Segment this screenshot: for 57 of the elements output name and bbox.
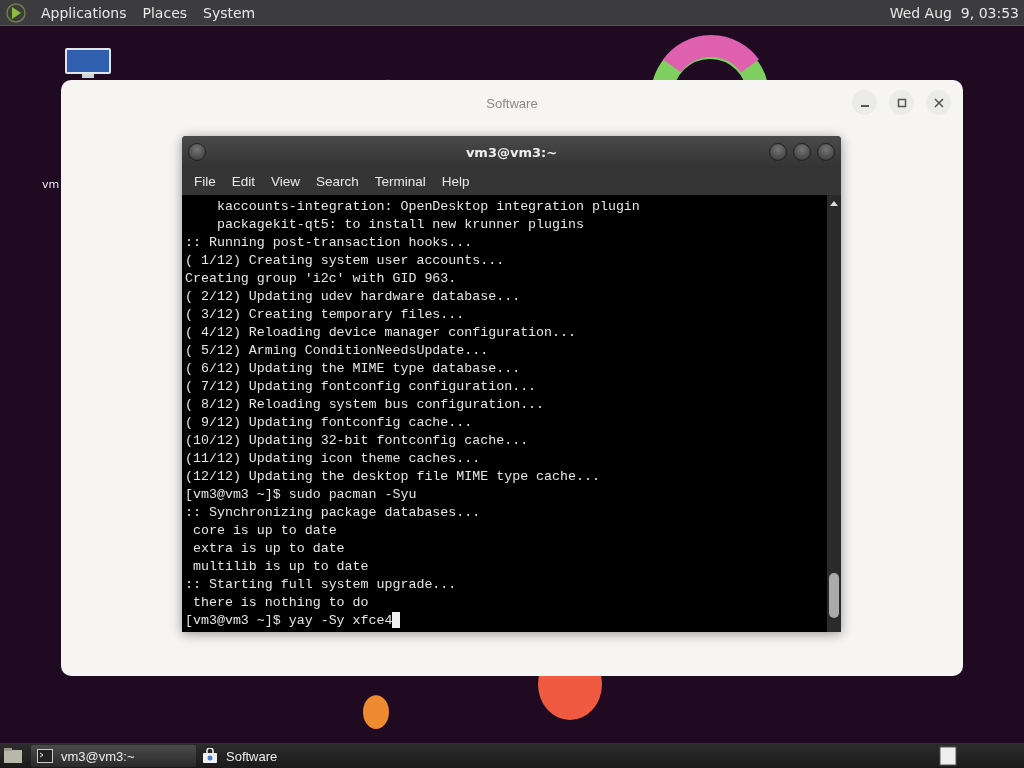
window-title: Software — [486, 95, 538, 111]
maximize-button[interactable] — [889, 90, 914, 115]
terminal-line: ( 8/12) Reloading system bus configuration... — [185, 396, 545, 412]
terminal-line: ( 7/12) Updating fontconfig configuration... — [185, 378, 537, 394]
terminal-line: multilib is up to date — [191, 558, 369, 574]
window-title: vm3@vm3:~ — [465, 144, 558, 160]
terminal-line: ( 3/12) Creating temporary files... — [185, 306, 465, 322]
terminal-line: ( 4/12) Reloading device manager configuration... — [185, 324, 576, 340]
terminal-line: ( 6/12) Updating the MIME type database... — [185, 360, 521, 376]
terminal-line: :: Starting full system upgrade... — [185, 576, 457, 592]
close-button[interactable] — [926, 90, 951, 115]
close-icon — [933, 97, 944, 108]
panel-menu[interactable]: Applications — [33, 4, 135, 21]
taskbar-button[interactable]: vm3@vm3:~ — [31, 745, 196, 767]
terminal-line: extra is up to date — [191, 540, 345, 556]
computer-icon[interactable] — [64, 47, 112, 79]
scrollbar[interactable] — [827, 195, 841, 632]
shopping-bag-icon — [202, 748, 218, 764]
terminal-line: :: Running post-transaction hooks... — [185, 234, 473, 250]
menu-item[interactable]: View — [265, 174, 307, 189]
terminal-line: [vm3@vm3 ~]$ sudo pacman -Syu — [185, 486, 417, 502]
workspace-icon[interactable] — [938, 746, 958, 766]
terminal-line: ( 1/12) Creating system user accounts... — [185, 252, 505, 268]
terminal-line: there is nothing to do — [191, 594, 369, 610]
menu-item[interactable]: Help — [435, 174, 476, 189]
panel-menu[interactable]: Places — [134, 4, 196, 21]
desktop-icon-label[interactable]: vm — [42, 178, 60, 191]
taskbar-button[interactable]: Software — [196, 745, 361, 767]
terminal-line: (11/12) Updating icon theme caches... — [185, 450, 481, 466]
menu-item[interactable]: Terminal — [368, 174, 432, 189]
minimize-button[interactable] — [769, 143, 787, 161]
terminal-line: ( 5/12) Arming ConditionNeedsUpdate... — [185, 342, 489, 358]
panel-menu[interactable]: System — [195, 4, 264, 21]
terminal-line: kaccounts-integration: OpenDesktop integration plugin — [215, 198, 640, 214]
terminal-line: (10/12) Updating 32-bit fontconfig cache... — [185, 432, 529, 448]
window-menu-button[interactable] — [188, 143, 206, 161]
menu-item[interactable]: Edit — [225, 174, 262, 189]
clock[interactable]: Wed Aug 9, 03:53 — [889, 4, 1024, 21]
terminal-line: :: Synchronizing package databases... — [185, 504, 481, 520]
terminal-line: packagekit-qt5: to install new krunner plugins — [215, 216, 584, 232]
scrollbar-thumb[interactable] — [829, 573, 839, 618]
minimize-icon — [860, 104, 869, 107]
maximize-button[interactable] — [793, 143, 811, 161]
menu-item[interactable]: File — [188, 174, 222, 189]
terminal-line: (12/12) Updating the desktop file MIME type cache... — [185, 468, 600, 484]
distro-logo-icon[interactable] — [5, 1, 27, 24]
terminal-line: core is up to date — [191, 522, 337, 538]
terminal-icon — [37, 749, 53, 763]
maximize-icon — [896, 97, 907, 108]
scroll-up-icon[interactable] — [829, 199, 839, 207]
terminal-line: Creating group 'i2c' with GID 963. — [185, 270, 457, 286]
menu-item[interactable]: Search — [310, 174, 365, 189]
close-button[interactable] — [817, 143, 835, 161]
terminal-line: ( 9/12) Updating fontconfig cache... — [185, 414, 473, 430]
terminal-line: ( 2/12) Updating udev hardware database... — [185, 288, 521, 304]
minimize-button[interactable] — [852, 90, 877, 115]
terminal-line: [vm3@vm3 ~]$ yay -Sy xfce4 — [185, 612, 393, 628]
